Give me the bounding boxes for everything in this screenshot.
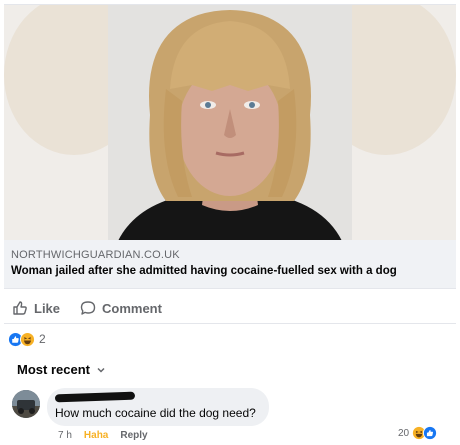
comment-icon	[80, 301, 96, 315]
sort-label: Most recent	[17, 362, 90, 377]
link-preview-meta[interactable]: NORTHWICHGUARDIAN.CO.UK Woman jailed aft…	[4, 240, 456, 289]
divider	[4, 323, 456, 324]
chevron-down-icon	[97, 367, 105, 373]
comment-text: How much cocaine did the dog need?	[55, 406, 256, 420]
comment-reaction-count: 20	[398, 427, 410, 439]
facebook-post: NORTHWICHGUARDIAN.CO.UK Woman jailed aft…	[0, 0, 460, 445]
reaction-count: 2	[39, 332, 46, 346]
comment-timestamp[interactable]: 7 h	[58, 430, 72, 441]
comment-label: Comment	[102, 300, 162, 316]
reaction-summary[interactable]: 2	[8, 330, 46, 348]
comment-sort-dropdown[interactable]: Most recent	[17, 362, 106, 377]
like-reaction-icon	[423, 426, 438, 440]
comment-button[interactable]: Comment	[80, 296, 162, 320]
like-label: Like	[34, 300, 61, 316]
background-photo-right	[346, 5, 456, 241]
like-button[interactable]: Like	[12, 296, 60, 320]
haha-reaction-icon	[20, 331, 35, 347]
reply-button[interactable]: Reply	[120, 430, 147, 441]
background-photo-left	[4, 5, 114, 241]
mugshot-photo	[108, 5, 352, 241]
like-icon	[13, 301, 27, 315]
post-actions: Like Comment	[0, 296, 460, 320]
comment-reaction-summary[interactable]: 20	[398, 426, 438, 440]
link-title[interactable]: Woman jailed after she admitted having c…	[11, 265, 397, 277]
comment-meta: 7 h Haha Reply	[58, 430, 148, 441]
avatar-image	[12, 390, 40, 418]
avatar[interactable]	[12, 390, 40, 418]
link-preview-image[interactable]	[4, 4, 456, 241]
comment-reaction-button[interactable]: Haha	[84, 430, 108, 441]
link-domain: NORTHWICHGUARDIAN.CO.UK	[11, 249, 180, 261]
